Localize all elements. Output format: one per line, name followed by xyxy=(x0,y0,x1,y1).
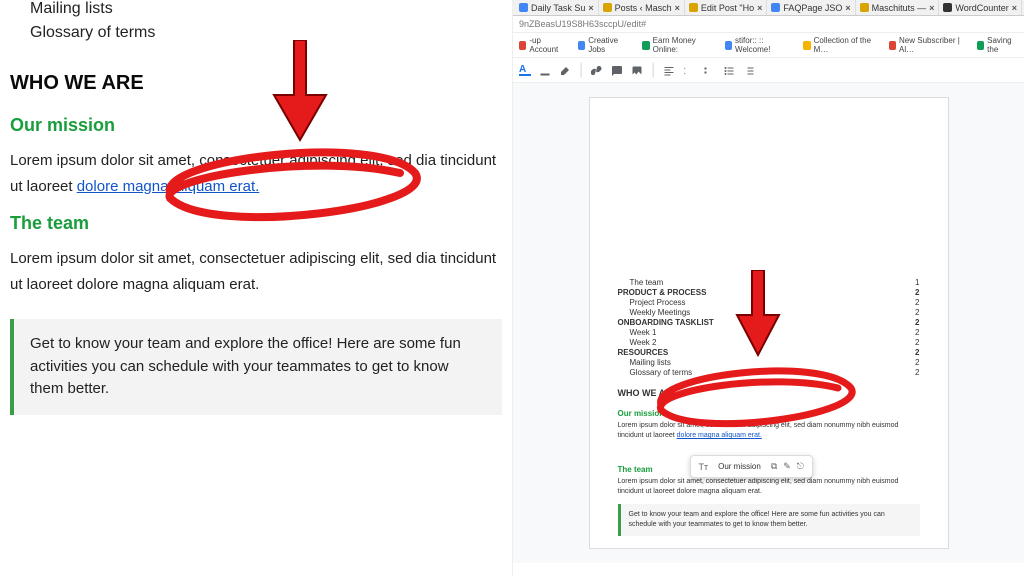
close-tab-icon[interactable]: × xyxy=(757,3,762,13)
close-tab-icon[interactable]: × xyxy=(588,3,593,13)
toc-row[interactable]: RESOURCES2 xyxy=(618,348,920,357)
browser-tab[interactable]: Daily Task Su× xyxy=(515,0,599,15)
mini-callout: Get to know your team and explore the of… xyxy=(618,504,920,536)
close-tab-icon[interactable]: × xyxy=(845,3,850,13)
browser-tabs: Daily Task Su×Posts ‹ Masch×Edit Post "H… xyxy=(513,0,1024,16)
bullet-list-icon[interactable] xyxy=(723,64,735,76)
close-tab-icon[interactable]: × xyxy=(929,3,934,13)
toc-row[interactable]: Week 22 xyxy=(618,338,920,347)
highlight-icon[interactable] xyxy=(559,64,571,76)
toc-row[interactable]: ONBOARDING TASKLIST2 xyxy=(618,318,920,327)
checklist-icon[interactable] xyxy=(703,64,715,76)
mini-mission-text: Lorem ipsum dolor sit amet, consectetuer… xyxy=(618,421,920,441)
bookmark-item[interactable]: -up Account xyxy=(519,36,564,54)
browser-tab[interactable]: Maschituts —× xyxy=(856,0,940,15)
remove-link-icon[interactable]: ⎋ xyxy=(797,461,804,472)
link-preview-popup: Tт Our mission ⧉ ✎ ⎋ xyxy=(690,455,813,478)
edit-link-icon[interactable]: ✎ xyxy=(783,461,791,472)
link-target-label[interactable]: Our mission xyxy=(718,462,761,471)
docs-toolbar: A | | xyxy=(513,58,1024,83)
bookmark-item[interactable]: New Subscriber | Al… xyxy=(889,36,963,54)
toc-row[interactable]: PRODUCT & PROCESS2 xyxy=(618,288,920,297)
underline-icon[interactable]: A xyxy=(519,64,531,76)
close-tab-icon[interactable]: × xyxy=(1012,3,1017,13)
mission-hyperlink[interactable]: dolore magna aliquam erat. xyxy=(77,178,260,195)
callout-box: Get to know your team and explore the of… xyxy=(10,319,502,415)
mission-paragraph: Lorem ipsum dolor sit amet, consectetuer… xyxy=(10,148,502,199)
bookmarks-bar: -up Account Creative Jobs Earn Money Onlin… xyxy=(513,33,1024,58)
table-of-contents: The team1PRODUCT & PROCESS2Project Proce… xyxy=(618,277,920,378)
bookmark-item[interactable]: Saving the xyxy=(977,36,1018,54)
comment-icon[interactable] xyxy=(611,64,623,76)
heading-type-icon: Tт xyxy=(699,462,709,472)
toc-row[interactable]: Weekly Meetings2 xyxy=(618,308,920,317)
toc-row[interactable]: Week 12 xyxy=(618,328,920,337)
browser-tab[interactable]: Edit Post "Ho× xyxy=(685,0,767,15)
mini-team-text: Lorem ipsum dolor sit amet, consectetuer… xyxy=(618,477,920,497)
document-page: The team1PRODUCT & PROCESS2Project Proce… xyxy=(589,97,949,549)
team-paragraph: Lorem ipsum dolor sit amet, consectetuer… xyxy=(10,246,502,297)
bookmark-item[interactable]: Collection of the M… xyxy=(803,36,874,54)
mini-heading-who-we-are: WHO WE ARE xyxy=(618,388,920,398)
close-tab-icon[interactable]: × xyxy=(675,3,680,13)
heading-the-team: The team xyxy=(10,213,502,234)
numbered-list-icon[interactable] xyxy=(743,64,755,76)
link-icon[interactable] xyxy=(591,64,603,76)
toc-row[interactable]: Project Process2 xyxy=(618,298,920,307)
browser-tab[interactable]: FAQPage JSO× xyxy=(767,0,855,15)
toc-item: Mailing lists xyxy=(30,0,502,18)
align-icon[interactable] xyxy=(663,64,675,76)
toc-row[interactable]: Mailing lists2 xyxy=(618,358,920,367)
docs-canvas: The team1PRODUCT & PROCESS2Project Proce… xyxy=(513,83,1024,563)
bookmark-item[interactable]: stifor:: :: Welcome! xyxy=(725,36,790,54)
browser-tab[interactable]: WordCounter× xyxy=(939,0,1022,15)
mini-mission-link[interactable]: dolore magna aliquam erat. xyxy=(677,432,762,439)
copy-link-icon[interactable]: ⧉ xyxy=(771,461,777,472)
right-browser-view: Daily Task Su×Posts ‹ Masch×Edit Post "H… xyxy=(512,0,1024,576)
left-document-view: Mailing lists Glossary of terms WHO WE A… xyxy=(0,0,512,576)
bookmark-item[interactable]: Earn Money Online: xyxy=(642,36,710,54)
heading-our-mission: Our mission xyxy=(10,115,502,136)
browser-tab[interactable]: Posts ‹ Masch× xyxy=(599,0,685,15)
toc-row[interactable]: Glossary of terms2 xyxy=(618,368,920,377)
toc-item: Glossary of terms xyxy=(30,24,502,42)
text-color-icon[interactable] xyxy=(539,64,551,76)
heading-who-we-are: WHO WE ARE xyxy=(10,72,502,95)
toc-row[interactable]: The team1 xyxy=(618,278,920,287)
bookmark-item[interactable]: Creative Jobs xyxy=(578,36,628,54)
spacing-icon[interactable] xyxy=(683,64,695,76)
url-bar[interactable]: 9nZBeasU19S8H63sccpU/edit# xyxy=(513,16,1024,33)
mini-heading-mission: Our mission xyxy=(618,409,920,418)
image-icon[interactable] xyxy=(631,64,643,76)
